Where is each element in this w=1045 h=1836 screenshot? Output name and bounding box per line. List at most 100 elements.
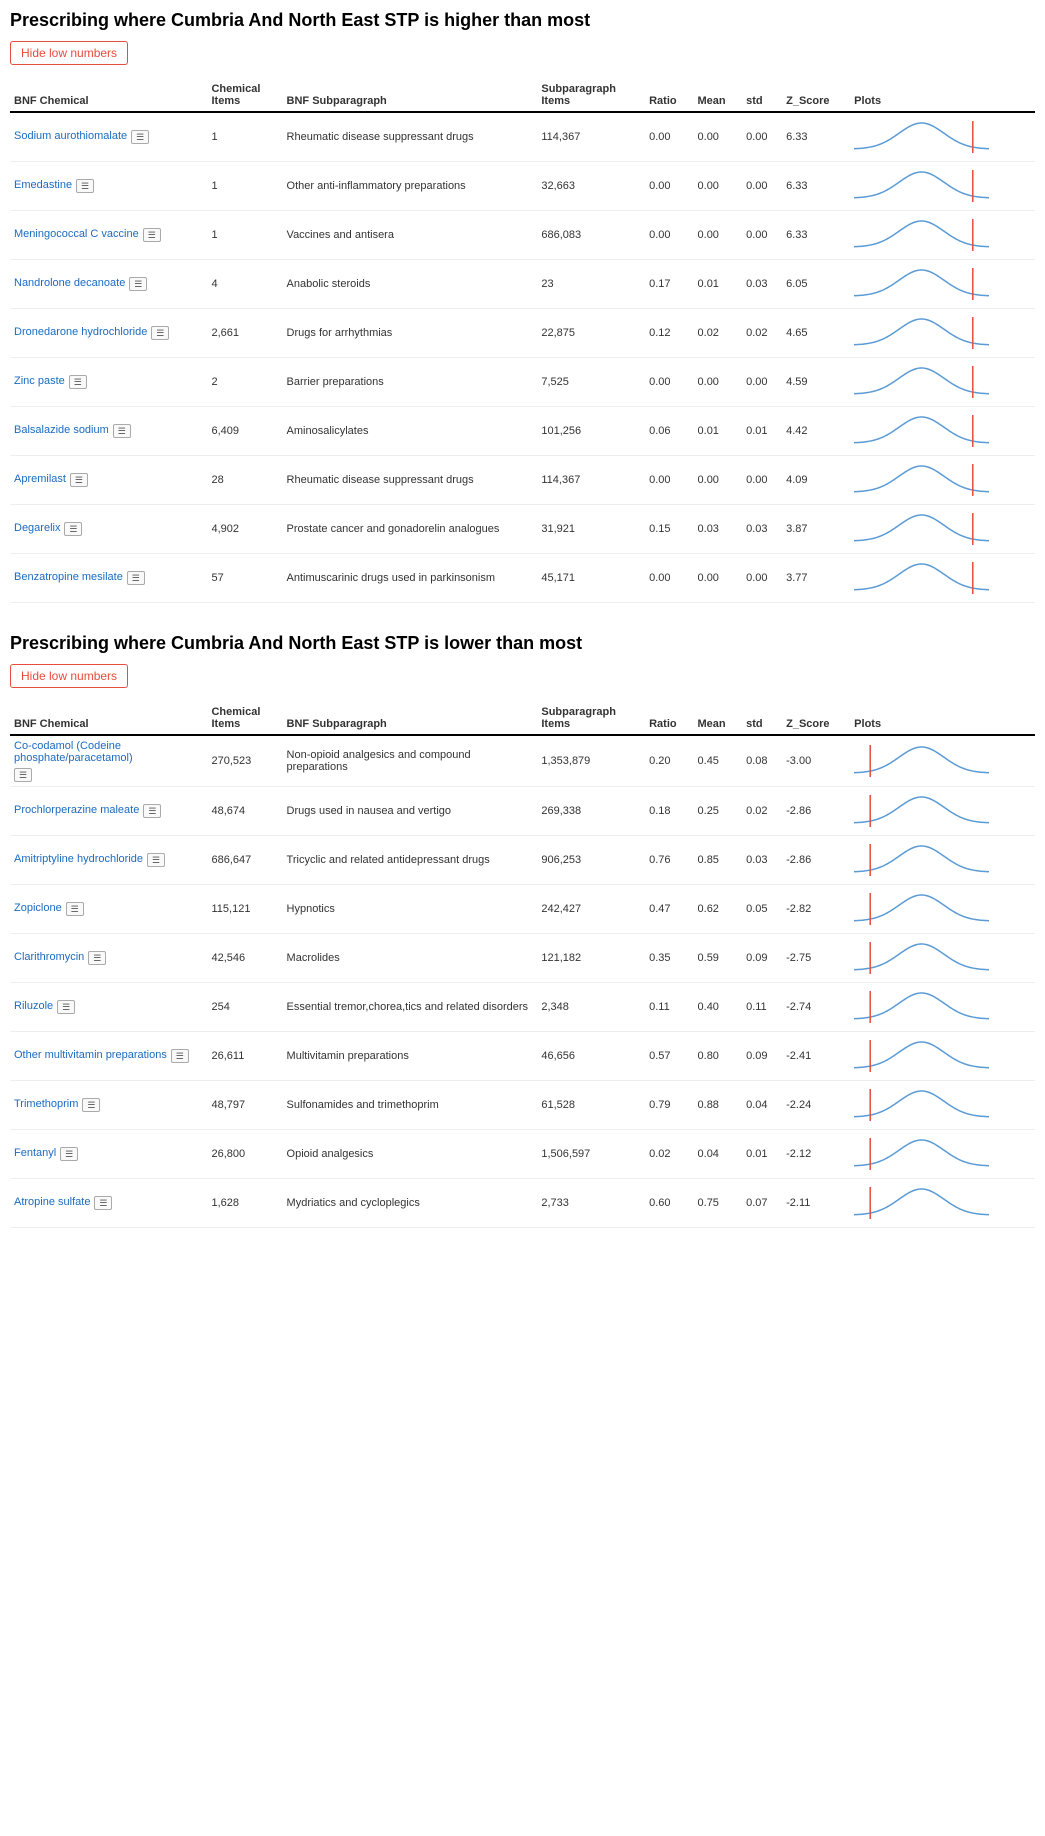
col-mean: Mean bbox=[694, 79, 743, 112]
plot-cell bbox=[850, 456, 1035, 505]
table-row: Apremilast ☰ 28Rheumatic disease suppres… bbox=[10, 456, 1035, 505]
list-icon[interactable]: ☰ bbox=[70, 473, 88, 487]
std-cell: 0.03 bbox=[742, 836, 782, 885]
bnf-sub-cell: Anabolic steroids bbox=[283, 260, 538, 309]
section-lower: Prescribing where Cumbria And North East… bbox=[10, 633, 1035, 1228]
table-row: Prochlorperazine maleate ☰ 48,674Drugs u… bbox=[10, 787, 1035, 836]
list-icon[interactable]: ☰ bbox=[88, 951, 106, 965]
col-ratio: Ratio bbox=[645, 79, 693, 112]
chem-items-cell: 1 bbox=[207, 112, 282, 162]
ratio-cell: 0.00 bbox=[645, 358, 693, 407]
chem-link[interactable]: Dronedarone hydrochloride bbox=[14, 326, 147, 338]
table-row: Amitriptyline hydrochloride ☰ 686,647Tri… bbox=[10, 836, 1035, 885]
chem-link[interactable]: Atropine sulfate bbox=[14, 1196, 90, 1208]
ratio-cell: 0.02 bbox=[645, 1130, 693, 1179]
plot-cell bbox=[850, 1032, 1035, 1081]
list-icon[interactable]: ☰ bbox=[57, 1000, 75, 1014]
bnf-sub-cell: Antimuscarinic drugs used in parkinsonis… bbox=[283, 554, 538, 603]
std-cell: 0.05 bbox=[742, 885, 782, 934]
list-icon[interactable]: ☰ bbox=[151, 326, 169, 340]
std-cell: 0.00 bbox=[742, 358, 782, 407]
chem-link[interactable]: Benzatropine mesilate bbox=[14, 571, 123, 583]
std-cell: 0.00 bbox=[742, 162, 782, 211]
list-icon[interactable]: ☰ bbox=[143, 804, 161, 818]
table-row: Nandrolone decanoate ☰ 4Anabolic steroid… bbox=[10, 260, 1035, 309]
chem-items-cell: 4,902 bbox=[207, 505, 282, 554]
chem-link[interactable]: Sodium aurothiomalate bbox=[14, 130, 127, 142]
zscore-cell: -2.86 bbox=[782, 836, 850, 885]
chem-link[interactable]: Trimethoprim bbox=[14, 1098, 78, 1110]
higher-table: BNF Chemical Chemical Items BNF Subparag… bbox=[10, 79, 1035, 603]
chem-link[interactable]: Meningococcal C vaccine bbox=[14, 228, 139, 240]
ratio-cell: 0.18 bbox=[645, 787, 693, 836]
chem-link[interactable]: Nandrolone decanoate bbox=[14, 277, 125, 289]
col-chem-items-2: Chemical Items bbox=[207, 702, 282, 735]
zscore-cell: 4.09 bbox=[782, 456, 850, 505]
ratio-cell: 0.60 bbox=[645, 1179, 693, 1228]
chem-link[interactable]: Clarithromycin bbox=[14, 951, 84, 963]
bnf-sub-cell: Tricyclic and related antidepressant dru… bbox=[283, 836, 538, 885]
col-zscore-2: Z_Score bbox=[782, 702, 850, 735]
chem-link[interactable]: Amitriptyline hydrochloride bbox=[14, 853, 143, 865]
list-icon[interactable]: ☰ bbox=[94, 1196, 112, 1210]
zscore-cell: 4.42 bbox=[782, 407, 850, 456]
list-icon[interactable]: ☰ bbox=[143, 228, 161, 242]
zscore-cell: -2.11 bbox=[782, 1179, 850, 1228]
list-icon[interactable]: ☰ bbox=[171, 1049, 189, 1063]
plot-cell bbox=[850, 554, 1035, 603]
hide-low-numbers-btn-2[interactable]: Hide low numbers bbox=[10, 664, 128, 688]
chem-link[interactable]: Zopiclone bbox=[14, 902, 62, 914]
zscore-cell: 6.05 bbox=[782, 260, 850, 309]
list-icon[interactable]: ☰ bbox=[82, 1098, 100, 1112]
table-row: Emedastine ☰ 1Other anti-inflammatory pr… bbox=[10, 162, 1035, 211]
std-cell: 0.00 bbox=[742, 554, 782, 603]
zscore-cell: 6.33 bbox=[782, 211, 850, 260]
bnf-sub-cell: Mydriatics and cycloplegics bbox=[283, 1179, 538, 1228]
chem-items-cell: 1 bbox=[207, 211, 282, 260]
list-icon[interactable]: ☰ bbox=[76, 179, 94, 193]
plot-cell bbox=[850, 983, 1035, 1032]
list-icon[interactable]: ☰ bbox=[14, 768, 32, 782]
bnf-chem-cell: Sodium aurothiomalate ☰ bbox=[10, 112, 207, 162]
chem-link[interactable]: Balsalazide sodium bbox=[14, 424, 109, 436]
list-icon[interactable]: ☰ bbox=[129, 277, 147, 291]
chem-link[interactable]: Emedastine bbox=[14, 179, 72, 191]
ratio-cell: 0.00 bbox=[645, 456, 693, 505]
table-row: Sodium aurothiomalate ☰ 1Rheumatic disea… bbox=[10, 112, 1035, 162]
list-icon[interactable]: ☰ bbox=[147, 853, 165, 867]
chem-link[interactable]: Zinc paste bbox=[14, 375, 65, 387]
chem-link[interactable]: Riluzole bbox=[14, 1000, 53, 1012]
sub-items-cell: 269,338 bbox=[537, 787, 645, 836]
mean-cell: 0.59 bbox=[694, 934, 743, 983]
chem-link[interactable]: Degarelix bbox=[14, 522, 60, 534]
ratio-cell: 0.79 bbox=[645, 1081, 693, 1130]
sub-items-cell: 1,506,597 bbox=[537, 1130, 645, 1179]
plot-cell bbox=[850, 358, 1035, 407]
chem-link[interactable]: Fentanyl bbox=[14, 1147, 56, 1159]
col-bnf-sub: BNF Subparagraph bbox=[283, 79, 538, 112]
col-std: std bbox=[742, 79, 782, 112]
plot-cell bbox=[850, 1179, 1035, 1228]
list-icon[interactable]: ☰ bbox=[69, 375, 87, 389]
sub-items-cell: 101,256 bbox=[537, 407, 645, 456]
plot-cell bbox=[850, 112, 1035, 162]
list-icon[interactable]: ☰ bbox=[64, 522, 82, 536]
chem-items-cell: 686,647 bbox=[207, 836, 282, 885]
ratio-cell: 0.76 bbox=[645, 836, 693, 885]
chem-link[interactable]: Prochlorperazine maleate bbox=[14, 804, 139, 816]
hide-low-numbers-btn-1[interactable]: Hide low numbers bbox=[10, 41, 128, 65]
chem-link[interactable]: Apremilast bbox=[14, 473, 66, 485]
plot-cell bbox=[850, 885, 1035, 934]
zscore-cell: -2.12 bbox=[782, 1130, 850, 1179]
bnf-chem-cell: Atropine sulfate ☰ bbox=[10, 1179, 207, 1228]
ratio-cell: 0.57 bbox=[645, 1032, 693, 1081]
list-icon[interactable]: ☰ bbox=[66, 902, 84, 916]
chem-link[interactable]: Co-codamol (Codeine phosphate/paracetamo… bbox=[14, 740, 201, 764]
list-icon[interactable]: ☰ bbox=[60, 1147, 78, 1161]
bnf-sub-cell: Drugs used in nausea and vertigo bbox=[283, 787, 538, 836]
list-icon[interactable]: ☰ bbox=[127, 571, 145, 585]
list-icon[interactable]: ☰ bbox=[131, 130, 149, 144]
plot-cell bbox=[850, 407, 1035, 456]
chem-link[interactable]: Other multivitamin preparations bbox=[14, 1049, 167, 1061]
list-icon[interactable]: ☰ bbox=[113, 424, 131, 438]
